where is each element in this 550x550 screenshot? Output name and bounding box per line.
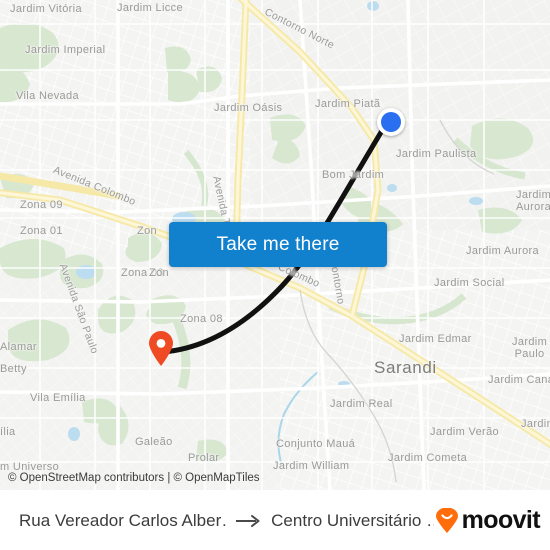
- map-canvas[interactable]: Jardim Vitória Jardim Licce Jardim Imperia…: [0, 0, 550, 490]
- map-attribution[interactable]: © OpenStreetMap contributors | © OpenMap…: [0, 466, 550, 490]
- moovit-pin-icon: [434, 506, 460, 534]
- route-destination-label: Centro Universitário …: [271, 510, 434, 530]
- moovit-trip-screen: Jardim Vitória Jardim Licce Jardim Imperia…: [0, 0, 550, 550]
- take-me-there-button[interactable]: Take me there: [169, 222, 387, 267]
- route-origin-label: Rua Vereador Carlos Alber…: [19, 510, 227, 530]
- origin-marker[interactable]: [148, 331, 174, 367]
- origin-pin-icon: [149, 331, 173, 366]
- moovit-wordmark: moovit: [461, 506, 541, 534]
- arrow-right-icon: [235, 514, 262, 528]
- moovit-logo[interactable]: moovit: [434, 506, 550, 535]
- bottom-bar: Rua Vereador Carlos Alber… Centro Univer…: [0, 490, 550, 550]
- route-summary[interactable]: Rua Vereador Carlos Alber… Centro Univer…: [0, 511, 434, 531]
- destination-marker[interactable]: [377, 108, 405, 136]
